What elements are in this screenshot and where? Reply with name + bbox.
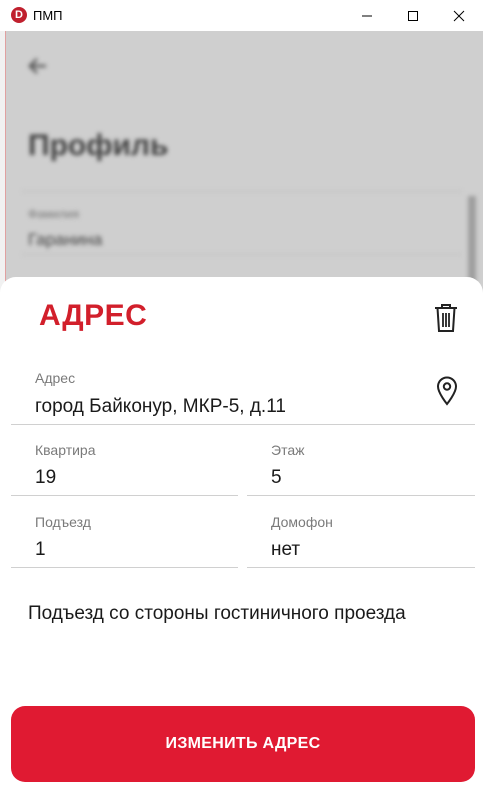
window-title: ПМП: [33, 8, 63, 23]
floor-label: Этаж: [271, 442, 305, 458]
trash-icon: [435, 304, 457, 332]
address-comment: Подъезд со стороны гостиничного проезда: [28, 603, 406, 624]
close-button[interactable]: [436, 0, 482, 31]
close-icon: [453, 10, 465, 21]
entrance-label: Подъезд: [35, 514, 91, 530]
background-scrollbar: [468, 196, 476, 286]
delete-address-button[interactable]: [433, 303, 459, 333]
address-field[interactable]: Адрес город Байконур, МКР-5, д.11: [11, 360, 475, 425]
app-logo-letter: D: [15, 9, 23, 21]
sheet-title: АДРЕС: [39, 299, 148, 332]
address-label: Адрес: [35, 370, 76, 386]
entrance-value[interactable]: 1: [35, 539, 46, 561]
maximize-button[interactable]: [390, 0, 436, 31]
back-arrow-icon[interactable]: [26, 53, 50, 85]
minimize-icon: [362, 15, 372, 16]
address-value[interactable]: город Байконур, МКР-5, д.11: [35, 396, 286, 418]
intercom-label: Домофон: [271, 514, 333, 530]
change-address-button[interactable]: ИЗМЕНИТЬ АДРЕС: [11, 706, 475, 782]
map-pin-button[interactable]: [436, 376, 458, 406]
background-field-value: Гаранина: [28, 230, 103, 249]
app-logo-icon: D: [11, 7, 27, 23]
background-surname-field: Фамилия Гаранина: [22, 191, 462, 255]
floor-field[interactable]: Этаж 5: [247, 432, 475, 496]
background-page-title: Профиль: [28, 129, 169, 162]
address-bottom-sheet: АДРЕС Адрес город Байконур, МКР-5, д.11 …: [0, 277, 483, 790]
entrance-field[interactable]: Подъезд 1: [11, 504, 238, 568]
apartment-label: Квартира: [35, 442, 96, 458]
intercom-value[interactable]: нет: [271, 539, 300, 561]
map-pin-icon: [436, 376, 458, 406]
maximize-icon: [408, 10, 418, 21]
intercom-field[interactable]: Домофон нет: [247, 504, 475, 568]
background-field-label: Фамилия: [28, 207, 79, 221]
floor-value[interactable]: 5: [271, 467, 282, 489]
apartment-field[interactable]: Квартира 19: [11, 432, 238, 496]
minimize-button[interactable]: [344, 0, 390, 31]
window-titlebar: D ПМП: [0, 0, 483, 31]
apartment-value[interactable]: 19: [35, 467, 56, 489]
